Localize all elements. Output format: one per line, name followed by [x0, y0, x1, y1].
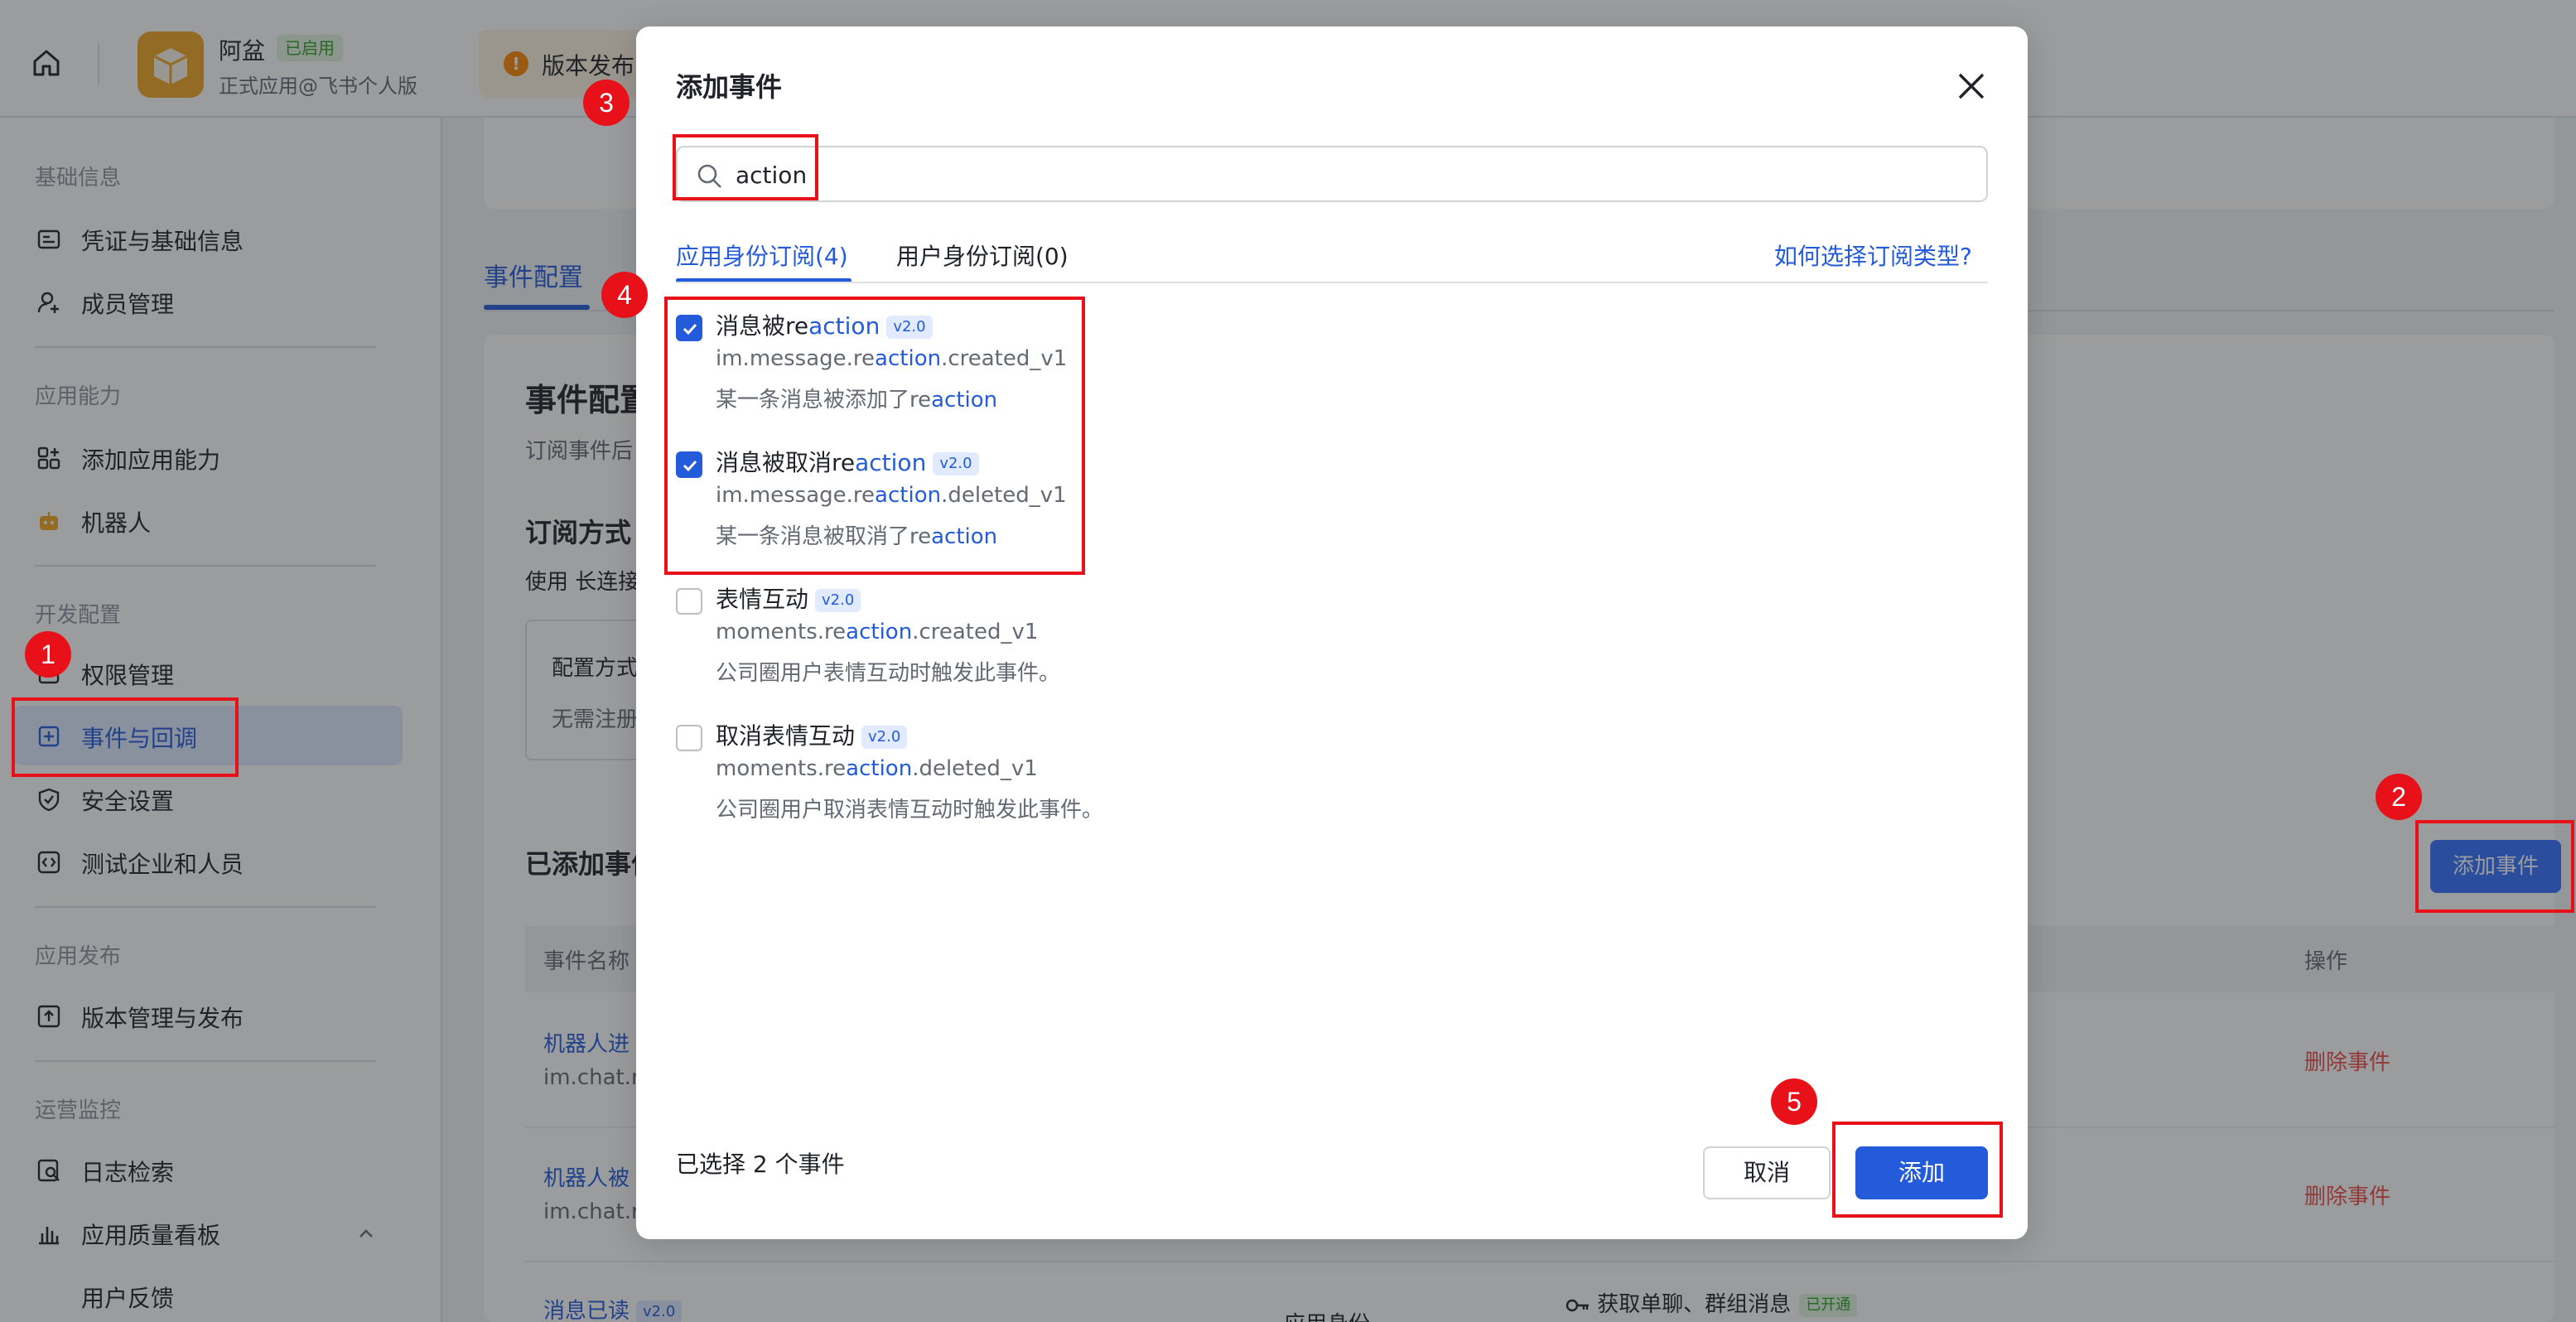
annotation-box-add-button: [1832, 1122, 2003, 1218]
dialog-title: 添加事件: [676, 71, 783, 103]
event-key-text: .deleted_v1: [912, 756, 1038, 781]
annotation-box-add-event: [2415, 820, 2574, 913]
tabs-border: [676, 282, 1988, 283]
event-key-highlight: action: [846, 756, 913, 781]
event-name-text: 取消表情互动: [716, 722, 856, 750]
annotation-box-sidebar: [12, 697, 239, 777]
search-box: [676, 146, 1988, 202]
annotation-step-1: 1: [25, 631, 71, 678]
annotation-step-2: 2: [2376, 774, 2422, 820]
search-input[interactable]: [736, 156, 1961, 194]
event-checkbox[interactable]: [676, 588, 702, 615]
help-link[interactable]: 如何选择订阅类型?: [1774, 239, 1972, 272]
event-key: moments.reaction.created_v1: [716, 620, 1038, 644]
event-description: 公司圈用户取消表情互动时触发此事件。: [716, 793, 1103, 823]
event-key-highlight: action: [846, 620, 913, 644]
event-key-text: moments.re: [716, 620, 847, 644]
annotation-box-search: [673, 134, 818, 200]
event-key: moments.reaction.deleted_v1: [716, 756, 1038, 781]
event-option[interactable]: 表情互动 v2.0 moments.reaction.created_v1 公司圈…: [676, 581, 1256, 697]
tab-user-identity[interactable]: 用户身份订阅(0): [896, 239, 1069, 272]
selected-count: 已选择 2 个事件: [676, 1151, 845, 1178]
annotation-step-4: 4: [601, 272, 648, 318]
event-desc-text: 公司圈用户表情互动时触发此事件。: [716, 661, 1061, 686]
tab-app-identity[interactable]: 应用身份订阅(4): [676, 239, 848, 272]
event-name-text: 表情互动: [716, 586, 809, 613]
event-checkbox[interactable]: [676, 725, 702, 751]
version-badge: v2.0: [861, 726, 908, 749]
version-badge: v2.0: [815, 589, 861, 612]
annotation-box-events: [664, 297, 1085, 575]
event-key-text: .created_v1: [912, 620, 1039, 644]
event-desc-text: 公司圈用户取消表情互动时触发此事件。: [716, 798, 1104, 823]
close-icon[interactable]: [1953, 68, 1990, 104]
event-name: 取消表情互动 v2.0: [716, 718, 908, 751]
annotation-step-3: 3: [583, 80, 630, 126]
add-event-dialog: 添加事件 应用身份订阅(4) 用户身份订阅(0) 如何选择订阅类型? 消息被re…: [636, 27, 2028, 1239]
event-option[interactable]: 取消表情互动 v2.0 moments.reaction.deleted_v1 公…: [676, 718, 1256, 834]
event-name: 表情互动 v2.0: [716, 581, 861, 615]
annotation-step-5: 5: [1771, 1078, 1817, 1125]
event-key-text: moments.re: [716, 756, 847, 781]
cancel-button[interactable]: 取消: [1703, 1146, 1831, 1199]
event-description: 公司圈用户表情互动时触发此事件。: [716, 656, 1060, 687]
